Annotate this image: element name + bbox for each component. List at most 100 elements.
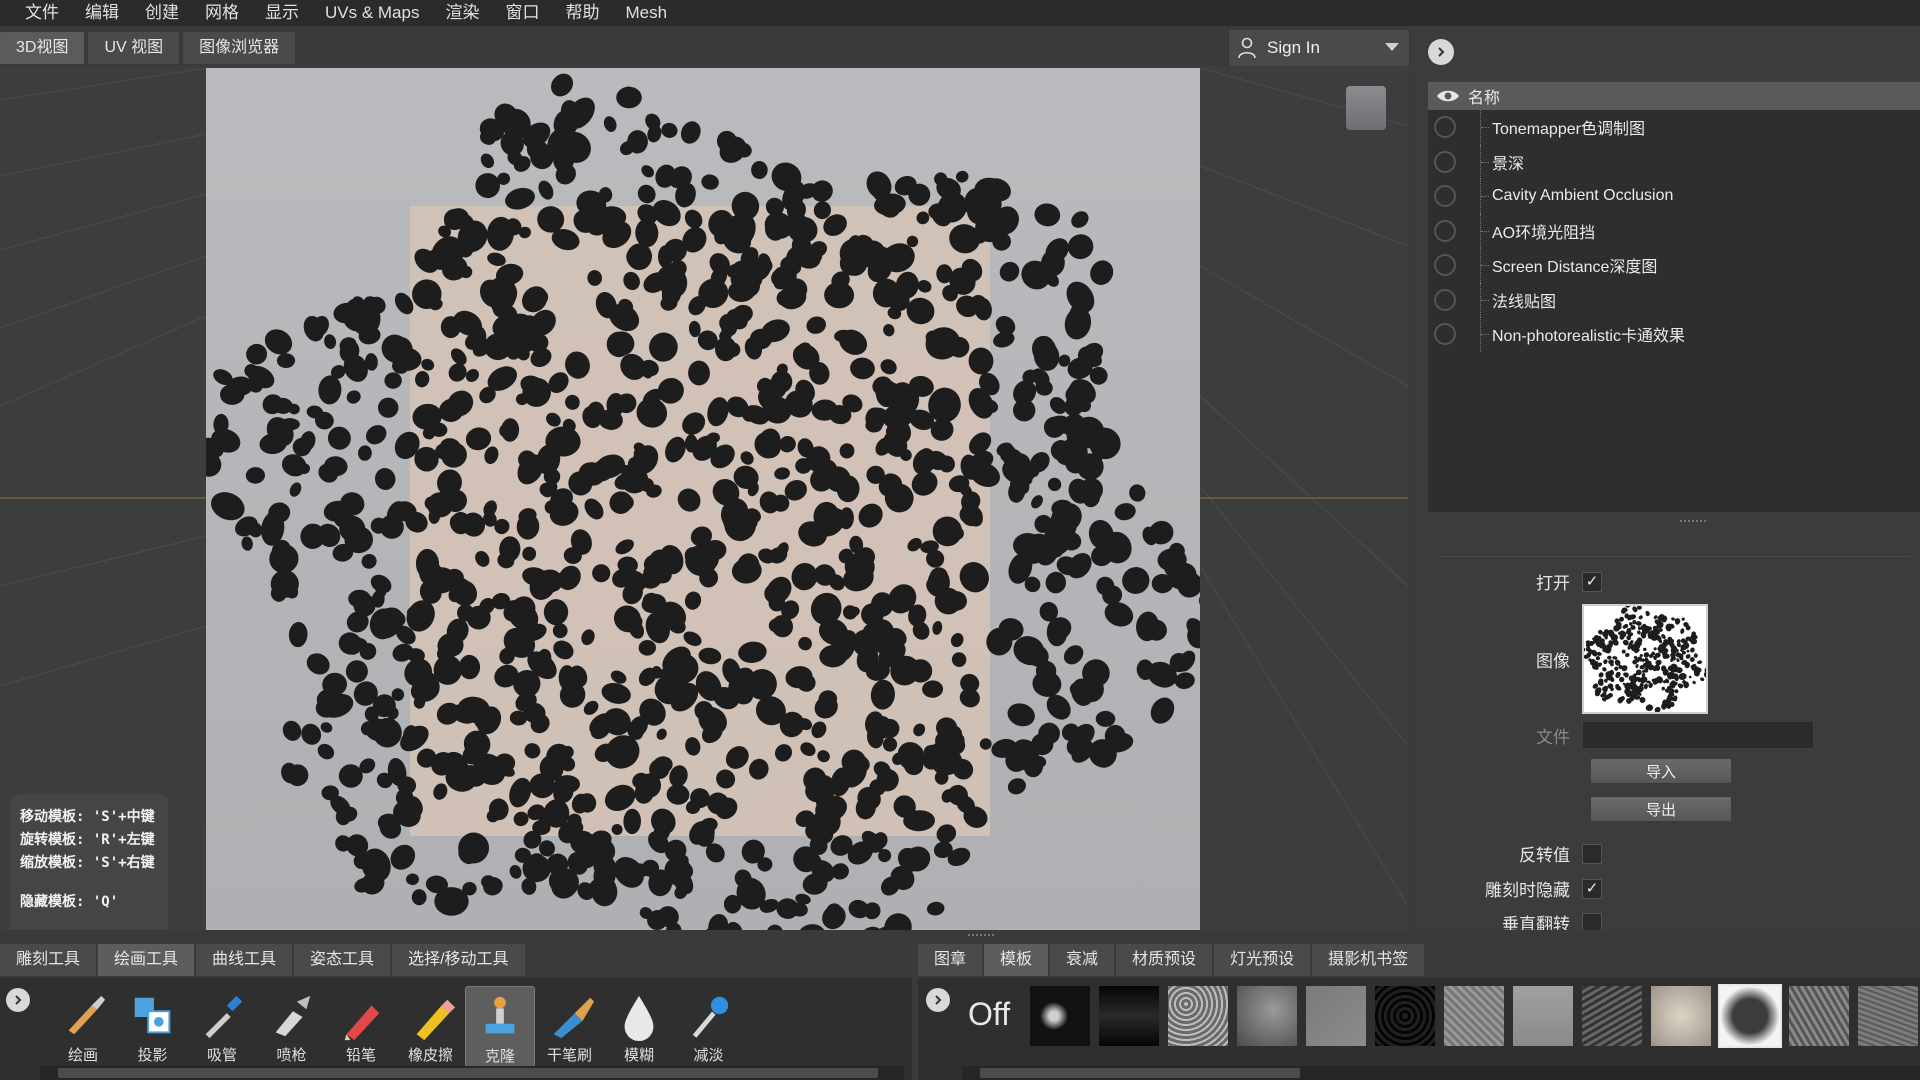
stencil-thumbnail[interactable] xyxy=(1858,986,1918,1046)
layer-row[interactable]: AO环境光阻挡 xyxy=(1428,213,1920,248)
menu-item[interactable]: 窗口 xyxy=(492,0,552,26)
tab[interactable]: 衰减 xyxy=(1050,944,1115,976)
stencil-thumbnail[interactable] xyxy=(1030,986,1090,1046)
layer-row[interactable]: Screen Distance深度图 xyxy=(1428,248,1920,283)
stencil-thumbnail[interactable] xyxy=(1651,986,1711,1046)
3d-viewport[interactable]: 移动模板: 'S'+中键 旋转模板: 'R'+左键 缩放模板: 'S'+右键 隐… xyxy=(0,66,1408,930)
image-label: 图像 xyxy=(1536,651,1570,671)
toggle-radio-icon[interactable] xyxy=(1434,185,1456,208)
paint-tool-dry-brush[interactable]: 干笔刷 xyxy=(535,986,605,1078)
tab[interactable]: 灯光预设 xyxy=(1214,944,1311,976)
stencil-thumbnail[interactable] xyxy=(1513,986,1573,1046)
tool-label: 橡皮擦 xyxy=(407,1047,453,1064)
image-row: 图像 xyxy=(1410,602,1712,714)
toggle-radio-icon[interactable] xyxy=(1434,219,1456,242)
stencil-scrollbar[interactable] xyxy=(962,1066,1920,1080)
hint-hide: 隐藏模板: 'Q' xyxy=(20,894,119,910)
resize-grip[interactable] xyxy=(1680,520,1706,524)
stencil-thumbnail[interactable] xyxy=(1306,986,1366,1046)
menu-item[interactable]: 渲染 xyxy=(432,0,492,26)
stencil-thumbnail[interactable] xyxy=(1099,986,1159,1046)
tab[interactable]: 摄影机书签 xyxy=(1312,944,1425,976)
paint-tool-eyedropper[interactable]: 吸管 xyxy=(187,986,257,1078)
tool-tray-toggle[interactable] xyxy=(6,988,30,1012)
projection-icon xyxy=(134,997,170,1034)
tab[interactable]: 曲线工具 xyxy=(196,944,293,976)
stencil-thumbnail[interactable] xyxy=(1789,986,1849,1046)
menu-item[interactable]: 帮助 xyxy=(552,0,612,26)
stencil-thumbnail[interactable] xyxy=(1582,986,1642,1046)
menu-item[interactable]: Mesh xyxy=(612,0,680,26)
layer-label: Screen Distance深度图 xyxy=(1492,259,1658,277)
blur-drop-icon xyxy=(624,995,654,1042)
paint-tool-blur-drop[interactable]: 模糊 xyxy=(604,986,674,1078)
resize-grip[interactable] xyxy=(968,934,994,936)
menu-item[interactable]: 创建 xyxy=(132,0,192,26)
layer-row[interactable]: 景深 xyxy=(1428,144,1920,179)
stencil-thumbnail[interactable] xyxy=(1444,986,1504,1046)
eye-icon[interactable] xyxy=(1436,88,1460,104)
tab[interactable]: 姿态工具 xyxy=(294,944,391,976)
menu-item[interactable]: 网格 xyxy=(192,0,252,26)
eyedropper-icon xyxy=(205,995,243,1039)
layer-label: 景深 xyxy=(1492,155,1525,173)
stencil-thumbnail[interactable] xyxy=(1237,986,1297,1046)
export-button[interactable]: 导出 xyxy=(1590,796,1732,822)
stamp-icon xyxy=(485,996,515,1034)
view-tab[interactable]: UV 视图 xyxy=(88,32,180,64)
menu-item[interactable]: 编辑 xyxy=(72,0,132,26)
menu-item[interactable]: 文件 xyxy=(12,0,72,26)
import-button[interactable]: 导入 xyxy=(1590,758,1732,784)
stencil-thumbnail[interactable] xyxy=(1718,984,1782,1048)
toggle-radio-icon[interactable] xyxy=(1434,150,1456,173)
view-tabs: 3D视图 UV 视图 图像浏览器 xyxy=(0,32,296,64)
stencil-thumbnail[interactable] xyxy=(1375,986,1435,1046)
paint-tool-pencil[interactable]: 铅笔 xyxy=(326,986,396,1078)
leopard-spot-stencil xyxy=(206,73,1200,930)
layer-label: Non-photorealistic卡通效果 xyxy=(1492,328,1685,346)
file-field[interactable] xyxy=(1582,721,1814,749)
tab[interactable]: 雕刻工具 xyxy=(0,944,97,976)
tab[interactable]: 图章 xyxy=(918,944,983,976)
layer-row[interactable]: Non-photorealistic卡通效果 xyxy=(1428,317,1920,352)
view-tab[interactable]: 图像浏览器 xyxy=(183,32,296,64)
menu-item[interactable]: UVs & Maps xyxy=(312,0,432,26)
layer-list-header: 名称 xyxy=(1428,82,1920,110)
invert-checkbox[interactable] xyxy=(1582,843,1602,864)
tab[interactable]: 模板 xyxy=(984,944,1049,976)
tab[interactable]: 绘画工具 xyxy=(98,944,195,976)
open-row: 打开 ✓ xyxy=(1410,569,1602,594)
hide-while-sculpting-label: 雕刻时隐藏 xyxy=(1485,881,1570,900)
chevron-down-icon[interactable] xyxy=(1385,43,1399,51)
paint-tool-projection[interactable]: 投影 xyxy=(118,986,188,1078)
layer-row[interactable]: 法线贴图 xyxy=(1428,282,1920,317)
stencil-thumbnail[interactable] xyxy=(1168,986,1228,1046)
hint-move: 移动模板: 'S'+中键 xyxy=(20,809,155,825)
hide-while-sculpting-checkbox[interactable]: ✓ xyxy=(1582,878,1602,899)
stencil-image-thumbnail[interactable] xyxy=(1579,602,1712,714)
paint-tool-airbrush[interactable]: 喷枪 xyxy=(257,986,327,1078)
panel-collapse-button[interactable] xyxy=(1428,39,1454,65)
toggle-radio-icon[interactable] xyxy=(1434,116,1456,139)
stencil-off-button[interactable]: Off xyxy=(968,996,1010,1033)
tab[interactable]: 选择/移动工具 xyxy=(392,944,525,976)
paint-tool-dodge[interactable]: 减淡 xyxy=(674,986,744,1078)
view-cube[interactable] xyxy=(1346,86,1386,130)
paint-tool-stamp[interactable]: 克隆 xyxy=(465,986,535,1078)
view-tab[interactable]: 3D视图 xyxy=(0,32,85,64)
toggle-radio-icon[interactable] xyxy=(1434,288,1456,311)
menu-item[interactable]: 显示 xyxy=(252,0,312,26)
toggle-radio-icon[interactable] xyxy=(1434,254,1456,277)
stencil-tray-toggle[interactable] xyxy=(926,988,950,1012)
paint-tool-eraser[interactable]: 橡皮擦 xyxy=(396,986,466,1078)
tool-label: 铅笔 xyxy=(345,1047,376,1064)
sign-in-button[interactable]: Sign In xyxy=(1229,30,1409,66)
tool-scrollbar[interactable] xyxy=(40,1066,904,1080)
tab[interactable]: 材质预设 xyxy=(1116,944,1213,976)
layer-row[interactable]: Cavity Ambient Occlusion xyxy=(1428,179,1920,214)
invert-row: 反转值 xyxy=(1410,841,1602,866)
open-checkbox[interactable]: ✓ xyxy=(1582,571,1602,592)
toggle-radio-icon[interactable] xyxy=(1434,323,1456,346)
layer-row[interactable]: Tonemapper色调制图 xyxy=(1428,110,1920,145)
paint-tool-paint-brush[interactable]: 绘画 xyxy=(48,986,118,1078)
